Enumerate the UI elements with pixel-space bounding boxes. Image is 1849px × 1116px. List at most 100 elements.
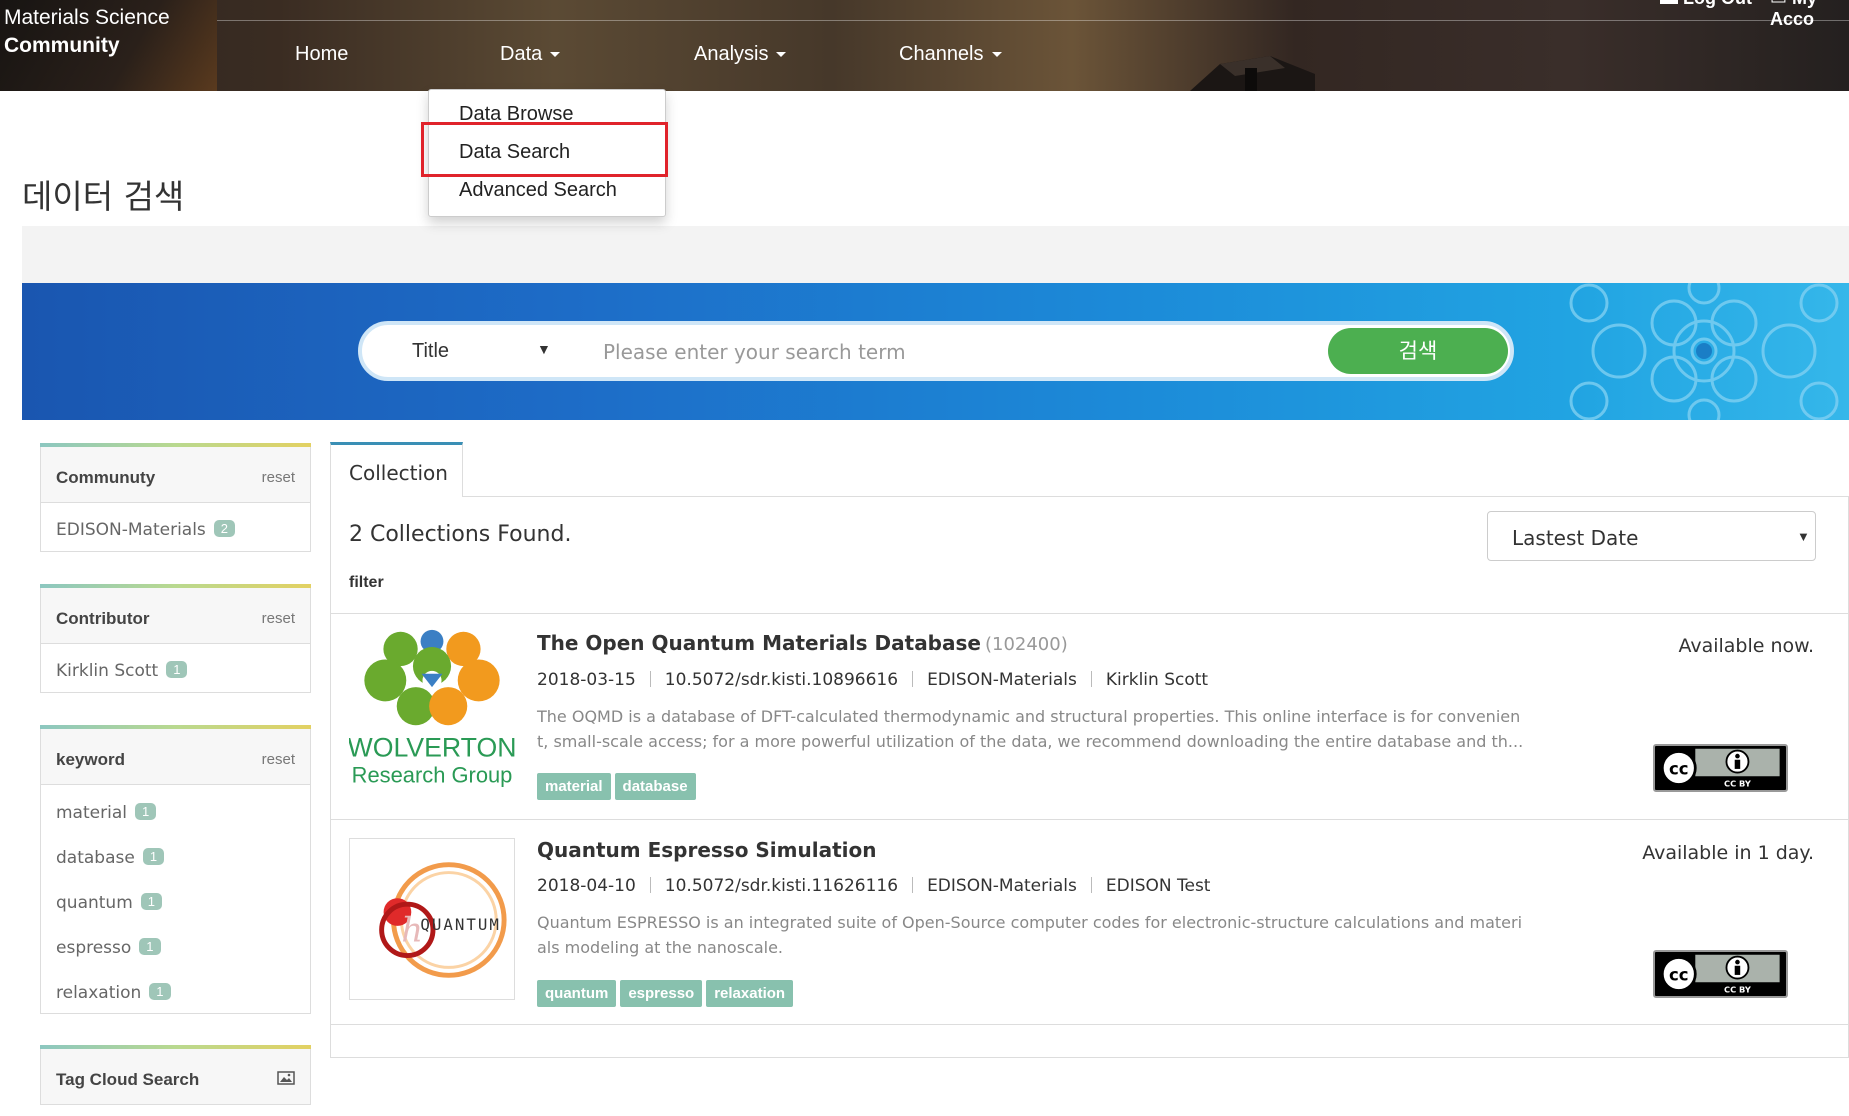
image-icon[interactable]: [277, 1071, 295, 1085]
tag-relaxation[interactable]: relaxation: [706, 980, 794, 1007]
filter-item[interactable]: material 1: [56, 803, 157, 823]
accent-bar: [40, 584, 311, 588]
gray-band: [22, 226, 1849, 283]
filter-community-reset[interactable]: reset: [262, 469, 295, 486]
result-description: The OQMD is a database of DFT-calculated…: [537, 704, 1551, 754]
nav-channels-label: Channels: [899, 43, 984, 65]
results-count: 2 Collections Found.: [349, 522, 572, 547]
tab-collection[interactable]: Collection: [330, 442, 463, 497]
result-author: EDISON Test: [1105, 876, 1211, 896]
thumb-line1: WOLVERTON: [349, 733, 515, 763]
filter-keyword-reset[interactable]: reset: [262, 751, 295, 768]
tag-database[interactable]: database: [614, 773, 696, 800]
logout-link[interactable]: ▬ Log Out: [1660, 0, 1752, 9]
result-community: EDISON-Materials: [927, 670, 1077, 690]
decorative-pattern: [1569, 283, 1839, 420]
result-description: Quantum ESPRESSO is an integrated suite …: [537, 910, 1551, 960]
accent-bar: [40, 443, 311, 447]
filter-item-label: material: [56, 803, 127, 823]
result-title-text: Quantum Espresso Simulation: [537, 838, 877, 862]
result-title[interactable]: Quantum Espresso Simulation: [537, 838, 876, 862]
availability-status: Available now.: [1678, 635, 1814, 657]
result-author: Kirklin Scott: [1105, 670, 1209, 690]
license-label: CC BY: [1724, 984, 1752, 994]
svg-text:cc: cc: [1669, 965, 1689, 984]
count-badge: 2: [213, 520, 236, 537]
filter-item-label: quantum: [56, 893, 133, 913]
result-community: EDISON-Materials: [927, 876, 1077, 896]
logout-label: Log Out: [1683, 0, 1752, 8]
caret-down-icon: [550, 52, 561, 58]
cc-by-license-icon[interactable]: cc CC BY: [1653, 744, 1788, 792]
menu-item-advanced-search[interactable]: Advanced Search: [459, 179, 617, 202]
caret-down-icon: [991, 52, 1002, 58]
divider: [649, 877, 651, 893]
result-description-line1: Quantum ESPRESSO is an integrated suite …: [537, 913, 1523, 932]
result-title-text: The Open Quantum Materials Database: [537, 631, 981, 655]
search-input[interactable]: [603, 334, 1303, 370]
result-tags: material database: [537, 773, 700, 800]
count-badge: 1: [140, 893, 162, 910]
nav-channels[interactable]: Channels: [899, 43, 1002, 66]
dropdown-arrow-icon: ▼: [1797, 529, 1810, 544]
thumb-text: QUANTUM: [420, 915, 500, 934]
result-title[interactable]: The Open Quantum Materials Database (1024…: [537, 631, 1068, 655]
accent-bar: [40, 725, 311, 729]
filter-item[interactable]: database 1: [56, 848, 165, 868]
filter-item[interactable]: EDISON-Materials 2: [56, 520, 236, 540]
result-doi[interactable]: 10.5072/sdr.kisti.10896616: [665, 670, 898, 690]
site-title-line2: Community: [4, 34, 120, 57]
divider: [1090, 877, 1092, 893]
filter-item-label: database: [56, 848, 135, 868]
cc-by-license-icon[interactable]: cc CC BY: [1653, 950, 1788, 998]
result-description-line2: als modeling at the nanoscale.: [537, 938, 784, 957]
search-field-select[interactable]: Title: [412, 340, 449, 363]
divider: [912, 877, 914, 893]
my-account-link[interactable]: ▭ My Acco: [1770, 0, 1849, 30]
count-badge: 1: [142, 848, 165, 865]
tag-quantum[interactable]: quantum: [537, 980, 617, 1007]
logout-icon: ▬: [1660, 0, 1678, 8]
divider: [1090, 671, 1092, 687]
tag-espresso[interactable]: espresso: [620, 980, 703, 1007]
nav-data[interactable]: Data: [500, 43, 561, 66]
filter-item[interactable]: relaxation 1: [56, 983, 171, 1003]
page-title: 데이터 검색: [22, 177, 185, 216]
search-button[interactable]: 검색: [1328, 328, 1508, 374]
count-badge: 1: [149, 983, 171, 1000]
site-logo[interactable]: Materials Science Community: [0, 0, 217, 91]
wolverton-logo-thumbnail: WOLVERTON Research Group: [349, 629, 515, 787]
result-meta: 2018-04-10 10.5072/sdr.kisti.11626116 EDIS…: [537, 876, 1210, 896]
svg-text:cc: cc: [1669, 759, 1689, 778]
caret-down-icon: [776, 52, 787, 58]
header-divider: [217, 20, 1849, 21]
dropdown-arrow-icon: ▼: [537, 341, 551, 357]
divider: [912, 671, 914, 687]
tag-cloud-header[interactable]: Tag Cloud Search: [40, 1045, 311, 1105]
highlight-box: [421, 122, 668, 177]
nav-analysis[interactable]: Analysis: [694, 43, 787, 66]
filter-item[interactable]: Kirklin Scott 1: [56, 661, 188, 681]
filter-item[interactable]: espresso 1: [56, 938, 161, 958]
result-tags: quantum espresso relaxation: [537, 980, 797, 1007]
nav-home[interactable]: Home: [295, 43, 348, 66]
tag-material[interactable]: material: [537, 773, 611, 800]
license-label: CC BY: [1724, 778, 1752, 788]
filter-contributor-reset[interactable]: reset: [262, 610, 295, 627]
nav-home-label: Home: [295, 43, 349, 65]
count-badge: 1: [134, 803, 157, 820]
filter-community-header: Communuty reset: [40, 443, 311, 503]
result-item-count: (102400): [984, 634, 1068, 655]
filter-contributor-header: Contributor reset: [40, 584, 311, 644]
filter-item-label: espresso: [56, 938, 132, 958]
result-date: 2018-03-15: [537, 670, 636, 690]
filter-item[interactable]: quantum 1: [56, 893, 162, 913]
sort-select[interactable]: Lastest Date: [1487, 511, 1816, 561]
result-doi[interactable]: 10.5072/sdr.kisti.11626116: [665, 876, 898, 896]
count-badge: 1: [166, 661, 188, 678]
result-date: 2018-04-10: [537, 876, 636, 896]
accent-bar: [40, 1045, 311, 1049]
filter-keyword-header: keyword reset: [40, 725, 311, 785]
availability-status: Available in 1 day.: [1642, 842, 1814, 864]
filter-item-label: Kirklin Scott: [56, 661, 159, 681]
